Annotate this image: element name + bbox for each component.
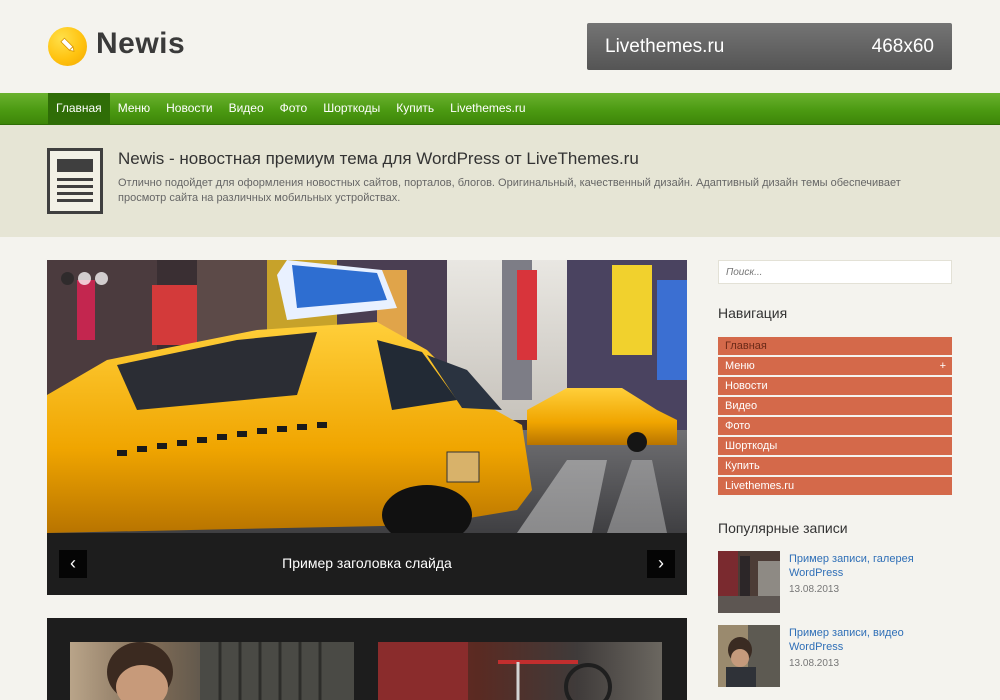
nav-item-shortcodes[interactable]: Шорткоды	[315, 93, 388, 125]
slider-dot-2[interactable]	[78, 272, 91, 285]
slider-dot-1[interactable]	[61, 272, 74, 285]
slide-title[interactable]: Пример заголовка слайда	[47, 555, 687, 571]
slider-dot-3[interactable]	[95, 272, 108, 285]
sidebar-menu: Главная Меню + Новости Видео Фото Шорткод…	[718, 337, 952, 497]
sidebar-item-buy[interactable]: Купить	[718, 457, 952, 475]
intro-description: Отлично подойдет для оформления новостны…	[118, 177, 901, 204]
image-slider[interactable]: ‹ Пример заголовка слайда ›	[47, 260, 687, 595]
expand-plus-icon[interactable]: +	[940, 357, 946, 375]
sidebar-item-home[interactable]: Главная	[718, 337, 952, 355]
nav-item-news[interactable]: Новости	[158, 93, 220, 125]
search-input[interactable]	[718, 260, 952, 284]
main-navigation: Главная Меню Новости Видео Фото Шорткоды…	[0, 93, 1000, 125]
intro-title: Newis - новостная премиум тема для WordP…	[118, 149, 639, 168]
sidebar-item-label: Меню	[725, 360, 755, 372]
popular-post-thumbnail[interactable]	[718, 625, 780, 687]
post-thumbnail-bicycle[interactable]	[378, 642, 662, 700]
sidebar-item-livethemes[interactable]: Livethemes.ru	[718, 477, 952, 495]
slider-pagination	[61, 272, 108, 285]
popular-post-item: Пример записи, видео WordPress 13.08.201…	[718, 625, 952, 687]
popular-post-thumbnail[interactable]	[718, 551, 780, 613]
chevron-right-icon[interactable]: ›	[647, 550, 675, 578]
nav-item-home[interactable]: Главная	[48, 93, 110, 125]
popular-posts-title: Популярные записи	[718, 520, 848, 536]
sidebar-item-news[interactable]: Новости	[718, 377, 952, 395]
featured-posts-block	[47, 618, 687, 700]
nav-item-menu[interactable]: Меню	[110, 93, 158, 125]
sidebar-item-video[interactable]: Видео	[718, 397, 952, 415]
post-thumbnail-portrait[interactable]	[70, 642, 354, 700]
site-logo-text[interactable]: Newis	[96, 27, 185, 61]
popular-post-date: 13.08.2013	[789, 584, 840, 595]
nav-item-video[interactable]: Видео	[221, 93, 272, 125]
popular-post-date: 13.08.2013	[789, 658, 840, 669]
sidebar-item-shortcodes[interactable]: Шорткоды	[718, 437, 952, 455]
popular-post-link[interactable]: Пример записи, видео WordPress	[789, 626, 949, 654]
popular-post-item: Пример записи, галерея WordPress 13.08.2…	[718, 551, 952, 613]
ad-banner[interactable]: Livethemes.ru 468x60	[587, 23, 952, 70]
pencil-logo-icon[interactable]	[48, 27, 87, 66]
intro-section: Newis - новостная премиум тема для WordP…	[0, 125, 1000, 237]
sidebar-item-photo[interactable]: Фото	[718, 417, 952, 435]
slide-image-taxi[interactable]	[47, 260, 687, 533]
popular-post-link[interactable]: Пример записи, галерея WordPress	[789, 552, 949, 580]
slider-caption-bar: ‹ Пример заголовка слайда ›	[47, 533, 687, 595]
banner-site-label: Livethemes.ru	[605, 36, 725, 57]
sidebar-item-menu[interactable]: Меню +	[718, 357, 952, 375]
newspaper-icon	[47, 148, 103, 214]
nav-item-buy[interactable]: Купить	[388, 93, 442, 125]
banner-size-label: 468x60	[871, 36, 934, 57]
navigation-widget-title: Навигация	[718, 305, 788, 321]
nav-item-livethemes[interactable]: Livethemes.ru	[442, 93, 533, 125]
nav-item-photo[interactable]: Фото	[272, 93, 316, 125]
site-header: Newis Livethemes.ru 468x60	[0, 0, 1000, 93]
